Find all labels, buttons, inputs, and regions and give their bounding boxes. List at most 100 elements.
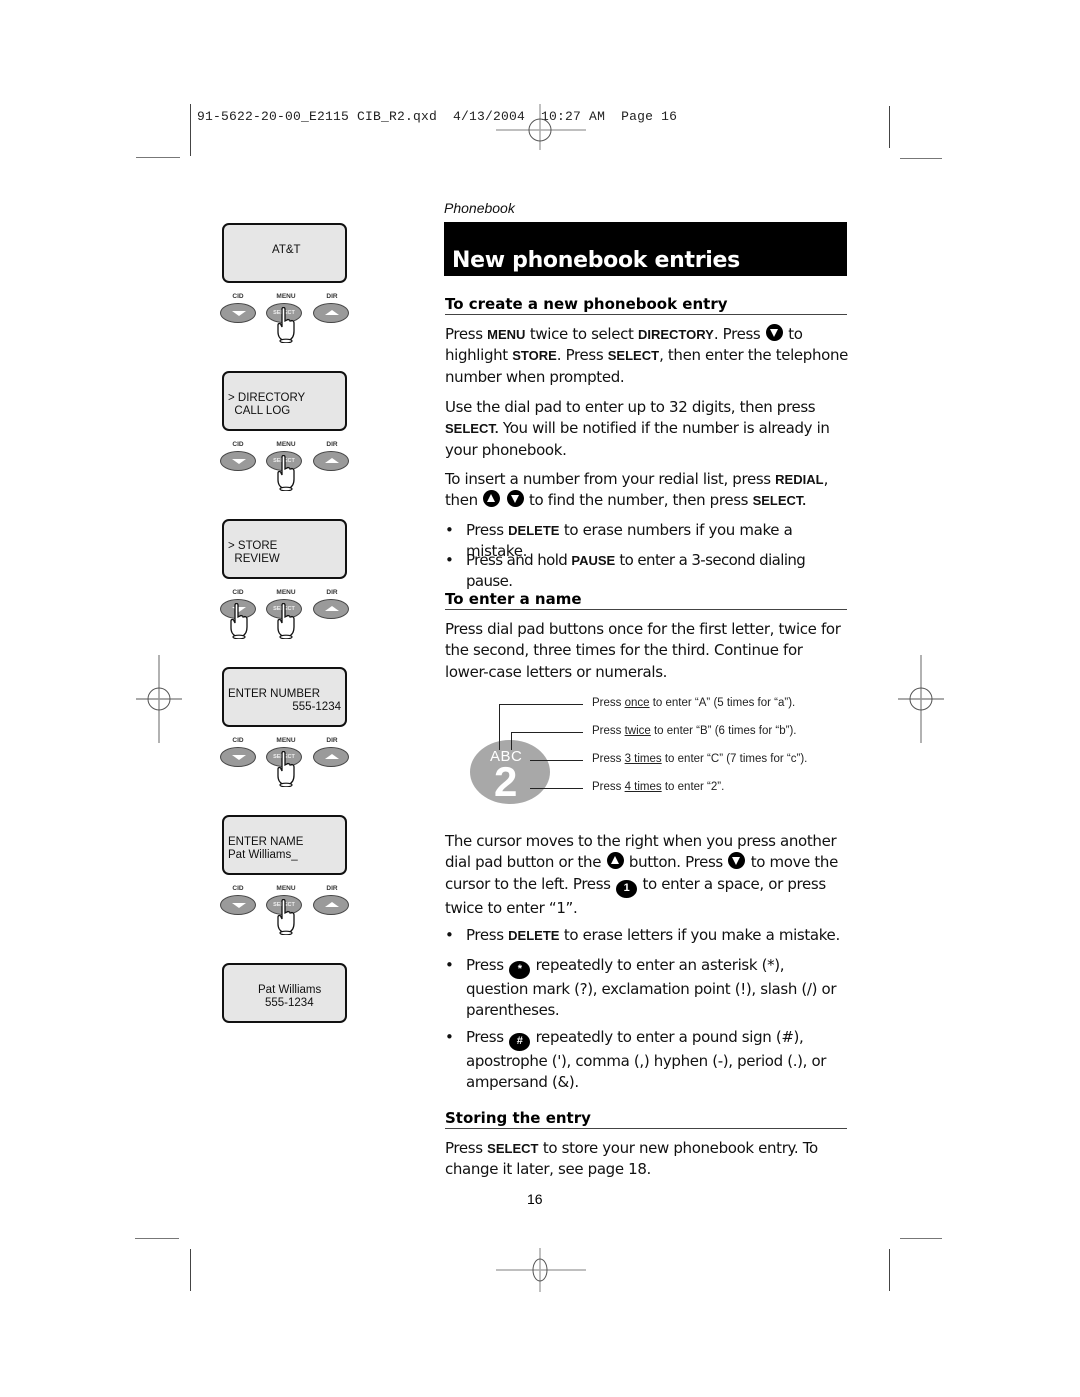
menu-key-label: MENU	[276, 293, 296, 300]
up-arrow-icon	[325, 310, 339, 315]
handset-keys: CIDMENUSELECTDIR	[220, 441, 352, 521]
dir-up-key	[313, 895, 349, 915]
dir-key-label: DIR	[326, 441, 338, 448]
dir-up-key	[313, 451, 349, 471]
bullet-item: • Press DELETE to erase letters if you m…	[445, 925, 850, 947]
up-arrow-icon	[325, 902, 339, 907]
heading-enter-name: To enter a name	[445, 590, 847, 610]
keyword-select: SELECT.	[445, 421, 499, 437]
registration-mark-left	[136, 655, 182, 743]
down-arrow-icon	[232, 459, 246, 464]
bullet-item: • Press DELETE to erase numbers if you m…	[445, 521, 793, 561]
lcd-screen: > STORE REVIEW	[222, 519, 347, 579]
keyword-select: SELECT	[607, 348, 660, 364]
registration-mark-bottom	[496, 1248, 586, 1292]
down-arrow-icon	[232, 903, 246, 908]
up-arrow-icon	[325, 754, 339, 759]
bullet-dot: •	[445, 1028, 454, 1046]
pressing-finger-icon	[275, 454, 297, 495]
handset-keys: CIDMENUSELECTDIR	[220, 589, 352, 669]
crop-mark	[889, 106, 890, 148]
section-label: Phonebook	[444, 200, 515, 216]
down-arrow-icon	[232, 311, 246, 316]
handset-keys: CIDMENUSELECTDIR	[220, 737, 352, 817]
callout-line	[499, 704, 583, 705]
lcd-screen: AT&T	[222, 223, 347, 283]
up-arrow-key-icon	[606, 852, 624, 870]
paragraph-storing: Press SELECT to store your new phonebook…	[445, 1139, 818, 1179]
down-arrow-key-icon	[765, 324, 783, 341]
cid-down-key	[220, 895, 256, 915]
bullet-dot: •	[445, 956, 454, 974]
crop-mark	[889, 1249, 890, 1291]
star-tone-key-icon: *	[509, 961, 531, 979]
keyword-delete: DELETE	[508, 928, 560, 943]
cid-key-label: CID	[232, 885, 244, 892]
menu-key-label: MENU	[276, 737, 296, 744]
dir-key-label: DIR	[326, 293, 338, 300]
keyword-pause: PAUSE	[571, 553, 616, 568]
lcd-screen: > DIRECTORY CALL LOG	[222, 371, 347, 431]
pound-key-icon: #	[509, 1033, 531, 1051]
lcd-line-1: > STORE	[228, 540, 278, 552]
registration-mark-top	[496, 104, 586, 150]
menu-key-label: MENU	[276, 885, 296, 892]
cid-key-label: CID	[232, 589, 244, 596]
paragraph-create-2: Use the dial pad to enter up to 32 digit…	[445, 398, 830, 459]
up-arrow-key-icon	[483, 490, 501, 508]
crop-mark	[900, 1238, 942, 1239]
cid-down-key	[220, 747, 256, 767]
bullet-dot: •	[445, 926, 454, 944]
dir-up-key	[313, 303, 349, 323]
callout-text: Press 4 times to enter “2”.	[592, 781, 725, 793]
bullet-item: • Press # repeatedly to enter a pound si…	[445, 1028, 827, 1092]
title-bar: New phonebook entries	[444, 222, 847, 276]
keyword-store: STORE	[512, 348, 557, 364]
cid-down-key	[220, 451, 256, 471]
crop-mark	[900, 158, 942, 159]
key-1-icon: 1	[616, 879, 638, 898]
callout-line	[530, 788, 583, 789]
down-arrow-key-icon	[728, 852, 746, 870]
lcd-line-2: CALL LOG	[228, 405, 291, 417]
pressing-finger-icon	[228, 602, 250, 643]
crop-mark	[135, 1238, 179, 1239]
page-title: New phonebook entries	[452, 248, 740, 273]
cid-key-label: CID	[232, 441, 244, 448]
up-arrow-icon	[325, 458, 339, 463]
paragraph-create-1: Press MENU twice to select DIRECTORY. Pr…	[445, 324, 849, 386]
pressing-finger-icon	[275, 306, 297, 347]
page-number: 16	[527, 1191, 543, 1207]
pressing-finger-icon	[275, 898, 297, 939]
callout-text: Press 3 times to enter “C” (7 times for …	[592, 753, 808, 765]
callout-line	[530, 760, 583, 761]
down-arrow-icon	[232, 755, 246, 760]
handset-keys: CIDMENUSELECTDIR	[220, 293, 352, 373]
bullet-item: • Press and hold PAUSE to enter a 3-seco…	[445, 551, 806, 591]
crop-mark	[190, 104, 191, 156]
lcd-line-2: Pat Williams_	[228, 849, 298, 861]
crop-mark	[136, 157, 180, 158]
lcd-line-1: ENTER NAME	[228, 836, 304, 848]
bullet-item: • Press * repeatedly to enter an asteris…	[445, 956, 837, 1020]
dial-key-2-illustration: ABC 2	[470, 740, 550, 805]
keyword-redial: REDIAL	[775, 472, 824, 487]
pressing-finger-icon	[275, 750, 297, 791]
lcd-screen: ENTER NUMBER 555-1234	[222, 667, 347, 727]
keyword-menu: MENU	[487, 327, 526, 342]
cid-key-label: CID	[232, 293, 244, 300]
keyword-select: SELECT	[487, 1141, 539, 1156]
lcd-line-1: Pat Williams	[258, 984, 322, 996]
dir-key-label: DIR	[326, 885, 338, 892]
heading-create-entry: To create a new phonebook entry	[445, 295, 847, 315]
lcd-line-2: REVIEW	[228, 553, 280, 565]
callout-text: Press once to enter “A” (5 times for “a”…	[592, 697, 796, 709]
dir-up-key	[313, 599, 349, 619]
lcd-screen: ENTER NAME Pat Williams_	[222, 815, 347, 875]
lcd-line-2: 555-1234	[265, 997, 314, 1009]
dir-key-label: DIR	[326, 737, 338, 744]
callout-line	[511, 732, 583, 733]
dir-key-label: DIR	[326, 589, 338, 596]
keyword-delete: DELETE	[508, 523, 560, 538]
pressing-finger-icon	[275, 602, 297, 643]
